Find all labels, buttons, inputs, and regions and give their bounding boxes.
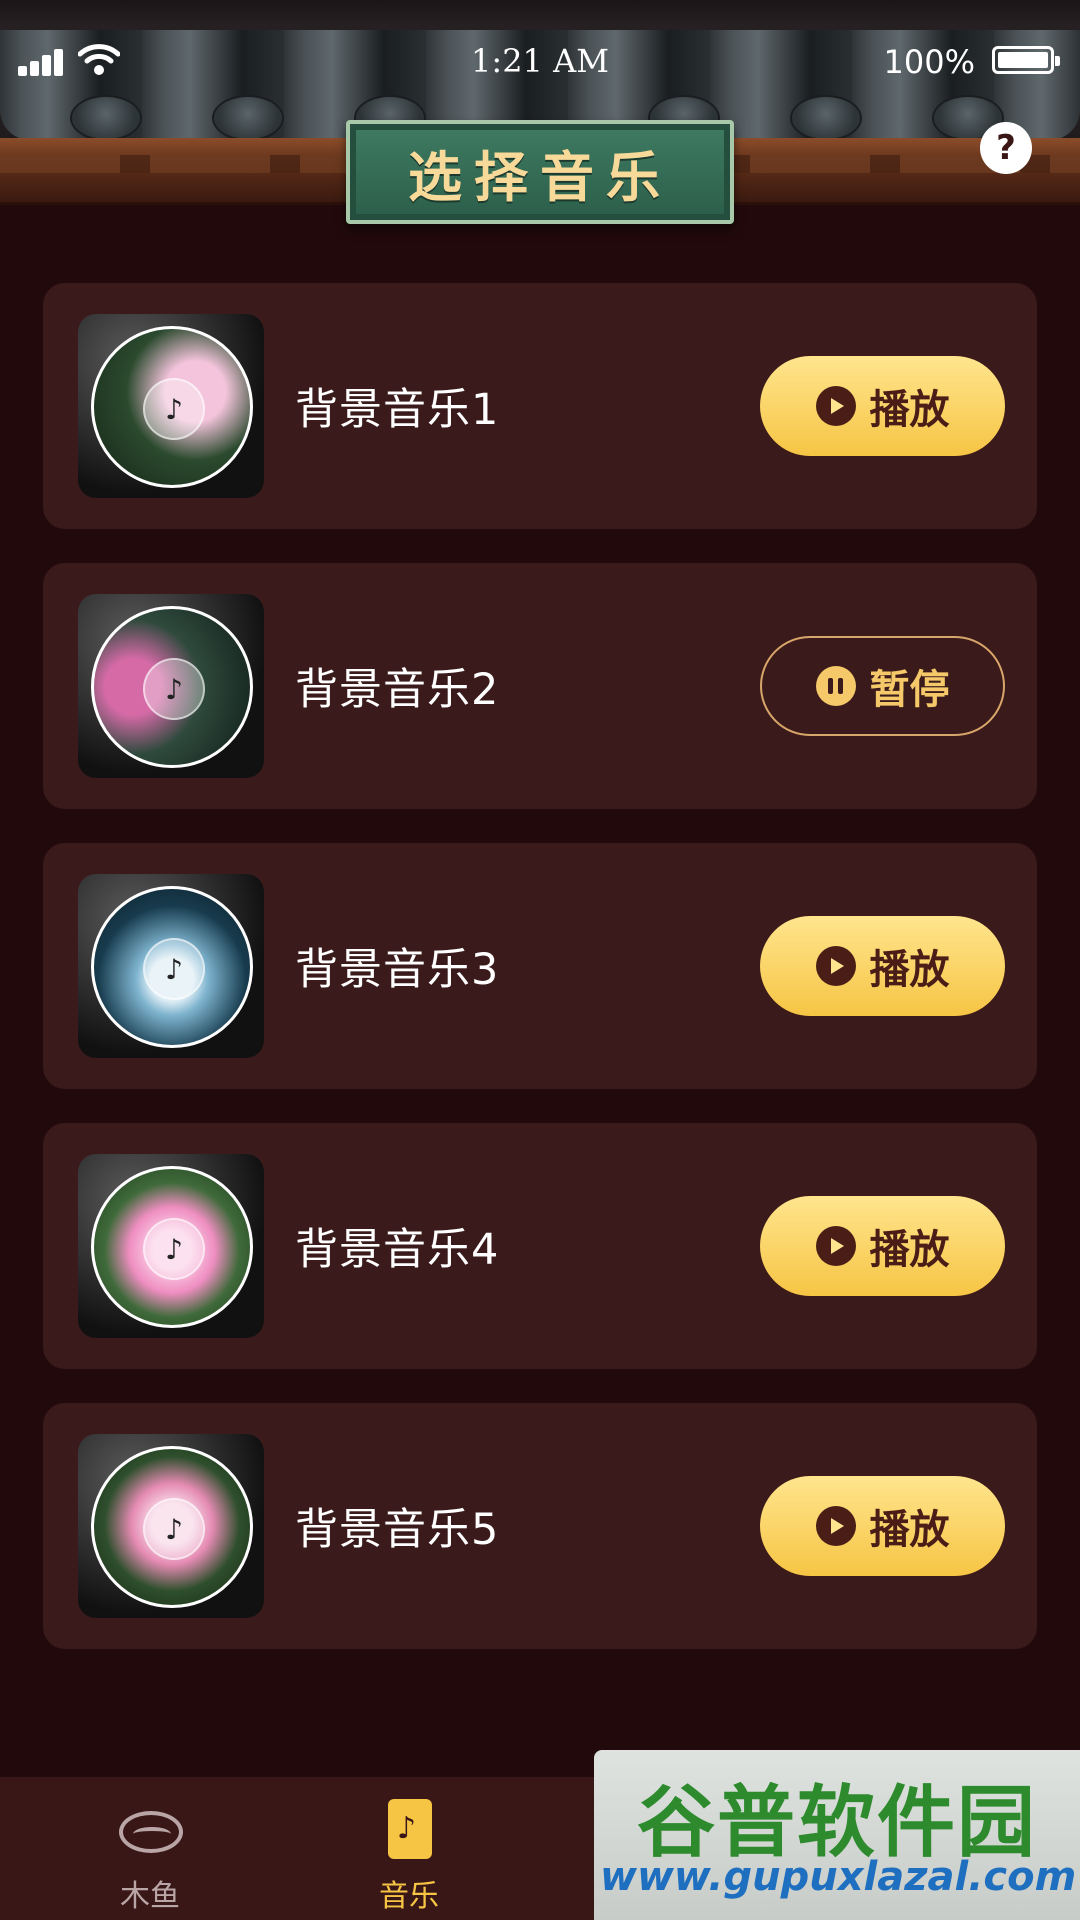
- play-icon: [815, 386, 856, 426]
- album-cover: ♪: [78, 594, 264, 778]
- play-button[interactable]: 播放: [760, 356, 1005, 456]
- music-note-icon: ♪: [374, 1799, 444, 1861]
- wooden-fish-icon: [115, 1799, 185, 1861]
- music-item[interactable]: ♪ 背景音乐4 播放: [43, 1123, 1037, 1369]
- play-icon: [815, 946, 856, 986]
- watermark-url: www.gupuxlazal.com: [600, 1854, 1077, 1900]
- play-icon: [815, 1226, 856, 1266]
- page-title-plaque: 选择音乐: [346, 120, 734, 224]
- play-button[interactable]: 播放: [760, 1196, 1005, 1296]
- album-cover: ♪: [78, 1154, 264, 1338]
- music-note-icon: ♪: [143, 1498, 205, 1560]
- play-button-label: 播放: [869, 1507, 950, 1553]
- music-note-icon: ♪: [143, 1218, 205, 1280]
- music-note-icon: ♪: [143, 658, 205, 720]
- lotus-disc: ♪: [91, 606, 253, 768]
- album-cover: ♪: [78, 314, 264, 498]
- lotus-disc: ♪: [91, 326, 253, 488]
- music-item[interactable]: ♪ 背景音乐2 暂停: [43, 563, 1037, 809]
- music-item[interactable]: ♪ 背景音乐3 播放: [43, 843, 1037, 1089]
- lotus-disc: ♪: [91, 886, 253, 1048]
- play-button-label: 播放: [869, 387, 950, 433]
- tab-music-label: 音乐: [379, 1879, 439, 1914]
- lotus-disc: ♪: [91, 1166, 253, 1328]
- play-icon: [815, 1506, 856, 1546]
- music-item[interactable]: ♪ 背景音乐5 播放: [43, 1403, 1037, 1649]
- pause-button[interactable]: 暂停: [760, 636, 1005, 736]
- tab-music[interactable]: ♪ 音乐: [329, 1799, 489, 1915]
- music-title: 背景音乐1: [295, 385, 500, 435]
- music-title: 背景音乐2: [295, 665, 500, 715]
- tile-end: [212, 95, 284, 141]
- play-button-label: 播放: [869, 1227, 950, 1273]
- music-note-icon: ♪: [143, 378, 205, 440]
- tile-end: [790, 95, 862, 141]
- tab-muyu-label: 木鱼: [120, 1879, 180, 1914]
- pause-button-label: 暂停: [869, 667, 950, 713]
- music-note-icon: ♪: [143, 938, 205, 1000]
- battery-icon: [992, 46, 1060, 74]
- music-item[interactable]: ♪ 背景音乐1 播放: [43, 283, 1037, 529]
- music-title: 背景音乐5: [295, 1505, 500, 1555]
- tile-end: [70, 95, 142, 141]
- watermark: 谷普软件园 www.gupuxlazal.com: [594, 1750, 1080, 1920]
- play-button[interactable]: 播放: [760, 916, 1005, 1016]
- album-cover: ♪: [78, 874, 264, 1058]
- music-title: 背景音乐3: [295, 945, 500, 995]
- pause-icon: [815, 666, 856, 706]
- page-title: 选择音乐: [408, 144, 672, 209]
- music-title: 背景音乐4: [295, 1225, 500, 1275]
- status-bar: 1:21 AM 100%: [0, 30, 1080, 90]
- help-button[interactable]: ?: [980, 122, 1032, 174]
- play-button-label: 播放: [869, 947, 950, 993]
- lotus-disc: ♪: [91, 1446, 253, 1608]
- album-cover: ♪: [78, 1434, 264, 1618]
- tab-muyu[interactable]: 木鱼: [70, 1799, 230, 1915]
- play-button[interactable]: 播放: [760, 1476, 1005, 1576]
- battery-percentage: 100%: [883, 43, 975, 81]
